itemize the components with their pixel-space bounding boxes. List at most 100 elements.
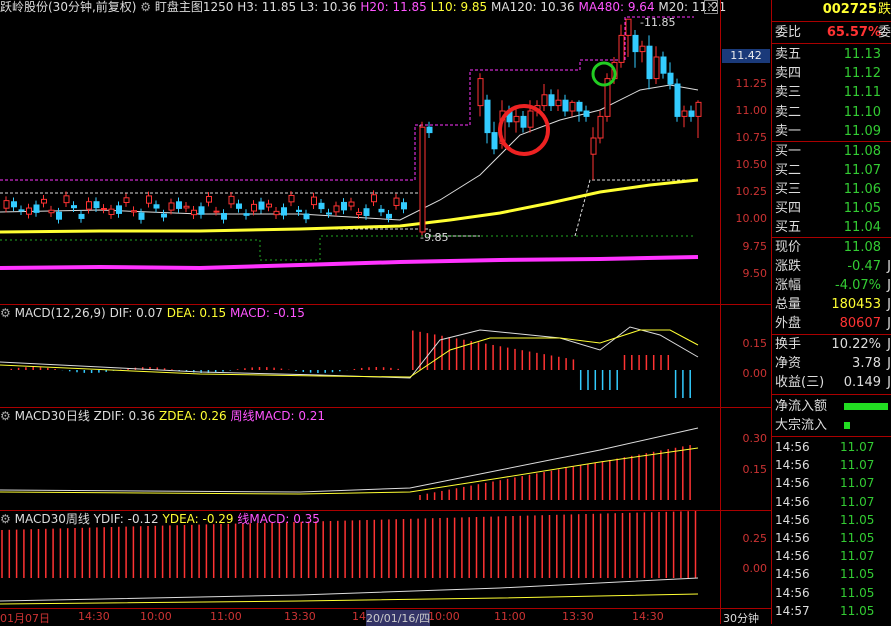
x-label-7: 10:00 xyxy=(428,610,460,623)
h3-line xyxy=(0,125,421,194)
tick-price: 11.07 xyxy=(840,476,875,491)
candle-body xyxy=(41,198,47,204)
weekly-axis-label: 0.25 xyxy=(742,532,768,545)
candle-body xyxy=(228,195,235,205)
tick-price: 11.07 xyxy=(840,494,875,509)
stat2-row-label: 收益(三) xyxy=(775,375,825,390)
bid-row: 买五 11.04 xyxy=(772,218,891,237)
flow-row-block[interactable]: 大宗流入 xyxy=(772,416,891,435)
candle-body xyxy=(288,194,295,203)
ask-row: 卖四 11.12 xyxy=(772,64,891,83)
candle-body xyxy=(667,72,674,85)
x-label-3: 11:00 xyxy=(210,610,242,623)
candle-body xyxy=(101,207,107,210)
candle-body xyxy=(513,115,520,123)
ma480-line xyxy=(0,255,699,271)
stat2-row-value: 3.78 xyxy=(852,356,881,371)
stat-row: 涨幅 -4.07% J xyxy=(772,276,891,295)
bid-row-label: 买四 xyxy=(775,201,802,216)
quote-panel: 002725 跌 委比 65.57% 委 卖五 11.13 卖四 11.12 卖三 11.… xyxy=(772,0,891,624)
tick-price: 11.05 xyxy=(840,512,875,527)
stat2-row: 换手 10.22% J xyxy=(772,335,891,354)
weibi-value: 65.57% xyxy=(826,25,881,40)
stat-row-label: 现价 xyxy=(775,240,802,255)
daily-title: MACD30日线 xyxy=(14,409,90,423)
tick-price: 11.05 xyxy=(840,585,875,600)
panel-divider xyxy=(0,407,772,408)
bid-row-value: 11.07 xyxy=(843,163,881,178)
candle-body xyxy=(548,94,555,107)
stat-row: 外盘 80607 J xyxy=(772,314,891,333)
candle-body xyxy=(311,196,317,206)
candle-body xyxy=(93,201,100,209)
tick-row: 14:56 11.07 xyxy=(772,456,891,474)
daily-panel-title: ⚙ MACD30日线 ZDIF: 0.36 ZDEA: 0.26 周线MACD:… xyxy=(0,409,325,423)
stat2-row: 收益(三) 0.149 J xyxy=(772,373,891,392)
tick-row: 14:56 11.07 xyxy=(772,474,891,492)
daily-zmacd: 周线MACD: 0.21 xyxy=(230,409,326,423)
candle-body xyxy=(168,202,175,211)
candle-body xyxy=(213,210,220,213)
candle-body xyxy=(243,213,250,216)
low-annotation: -9.85 xyxy=(420,231,448,244)
stat-row-label: 外盘 xyxy=(775,316,802,331)
candle-body xyxy=(569,101,576,112)
candle-body xyxy=(576,101,583,112)
price-axis: 11.25 11.00 10.75 10.50 10.25 10.00 9.75… xyxy=(720,0,772,625)
bid-row: 买四 11.05 xyxy=(772,199,891,218)
stat-row-value: 11.08 xyxy=(843,240,881,255)
tick-price: 11.05 xyxy=(840,567,875,582)
candle-body xyxy=(562,99,569,112)
tick-time: 14:56 xyxy=(775,531,810,545)
net-flow-label: 净流入额 xyxy=(775,399,828,414)
stock-code-row: 002725 跌 xyxy=(772,0,891,20)
candle-body xyxy=(341,201,347,211)
candle-body xyxy=(625,18,632,36)
candle-body xyxy=(695,101,702,117)
axis-label: 10.50 xyxy=(735,158,768,171)
stat2-row-suffix: J xyxy=(887,356,891,371)
stat-row-label: 总量 xyxy=(775,297,802,312)
flow-row-net[interactable]: 净流入额 xyxy=(772,397,891,416)
bid-row-label: 买三 xyxy=(775,182,802,197)
candle-body xyxy=(86,201,92,210)
candle-body xyxy=(583,110,590,117)
tick-time: 14:56 xyxy=(775,458,810,473)
ask-row: 卖五 11.13 xyxy=(772,45,891,64)
tick-row: 14:56 11.05 xyxy=(772,529,891,547)
tick-time: 14:56 xyxy=(775,494,810,509)
stat2-row-value: 0.149 xyxy=(843,375,881,390)
candle-body xyxy=(653,56,660,80)
stat-row-value: 80607 xyxy=(839,316,881,331)
x-label-8: 11:00 xyxy=(494,610,526,623)
candle-body xyxy=(348,201,355,207)
tick-time: 14:56 xyxy=(775,512,810,527)
stat2-row-suffix: J xyxy=(887,337,891,352)
block-flow-label: 大宗流入 xyxy=(775,418,828,433)
candle-body xyxy=(590,137,597,155)
candle-body xyxy=(681,110,688,117)
candle-body xyxy=(146,195,152,204)
stat-row-suffix: J xyxy=(887,259,891,274)
macd-axis-label: 0.00 xyxy=(742,367,768,380)
candle-body xyxy=(326,212,332,215)
tick-row: 14:57 11.05 xyxy=(772,602,891,620)
tick-price: 11.05 xyxy=(840,603,875,618)
net-flow-bar xyxy=(844,403,888,410)
chart-area[interactable]: 跃岭股份(30分钟,前复权) ⚙ 盯盘主图1250 H3: 11.85 L3: … xyxy=(0,0,726,626)
candle-body xyxy=(660,56,667,74)
candle-body xyxy=(555,99,562,107)
axis-label: 9.50 xyxy=(742,267,768,280)
candle-body xyxy=(541,94,548,107)
stat-row: 总量 180453 J xyxy=(772,295,891,314)
ask-row: 卖二 11.10 xyxy=(772,103,891,122)
tick-price: 11.07 xyxy=(840,440,875,454)
macd-axis-label: 0.15 xyxy=(742,337,768,350)
candle-body xyxy=(221,213,227,220)
candle-body xyxy=(153,204,160,209)
daily-axis-label: 0.30 xyxy=(742,432,768,445)
ask-row-value: 11.11 xyxy=(843,85,881,101)
tick-time: 14:56 xyxy=(775,585,810,600)
bid-row-label: 买一 xyxy=(775,144,802,159)
axis-label: 9.75 xyxy=(742,240,768,253)
